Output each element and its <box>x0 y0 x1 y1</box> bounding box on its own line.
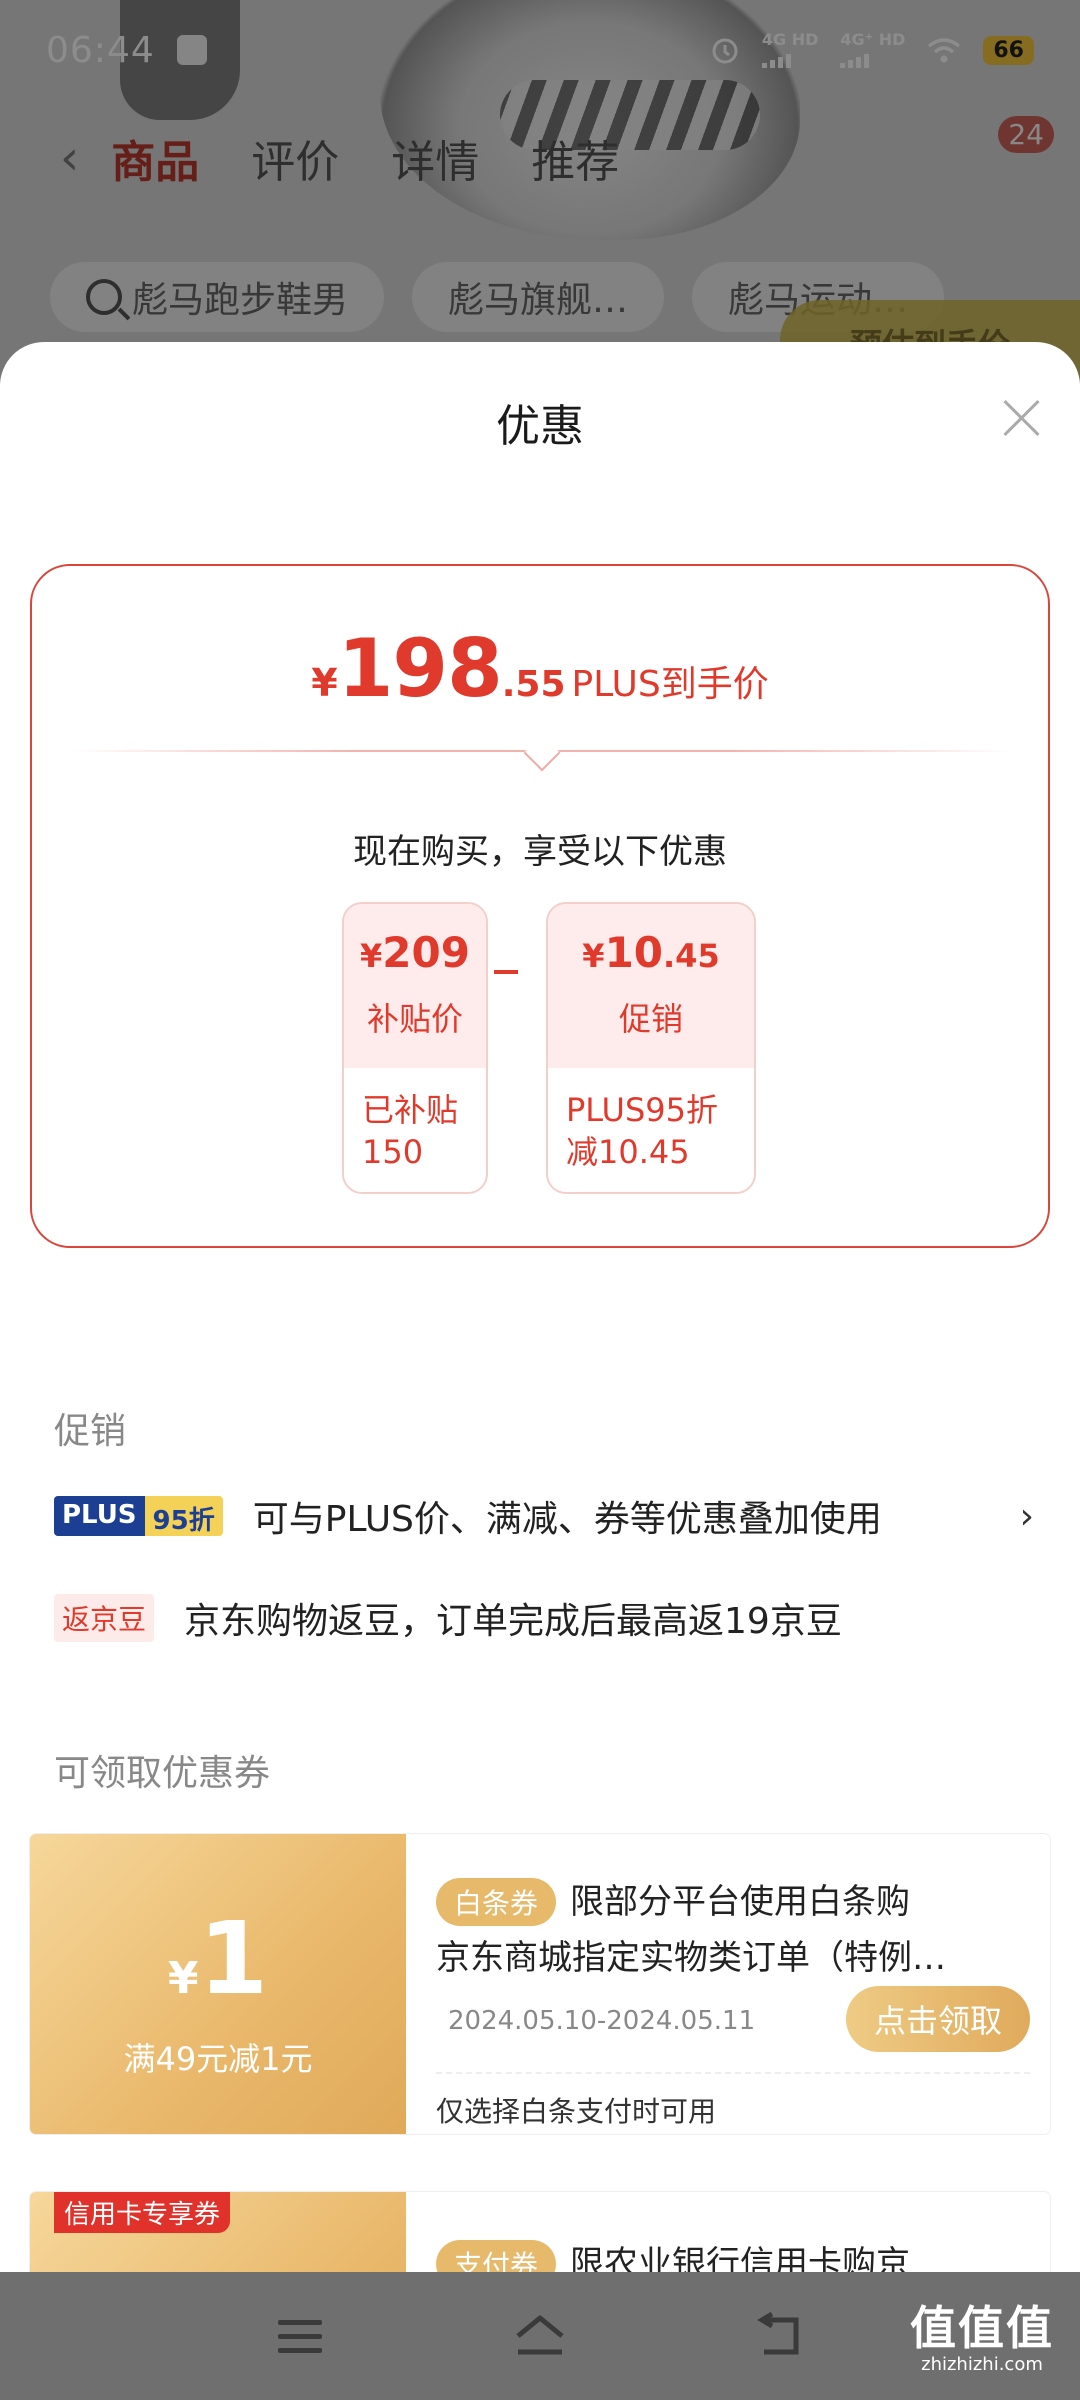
coupon-card: 信用卡专享券 支付券 限农业银行信用卡购京 <box>30 2192 1050 2272</box>
coupon-info-panel: 白条券 限部分平台使用白条购 京东商城指定实物类订单（特例… 2024.05.10… <box>436 1834 1030 2134</box>
minus-sign <box>494 970 518 974</box>
coupon-info-panel: 支付券 限农业银行信用卡购京 <box>436 2192 1030 2272</box>
chevron-right-icon[interactable]: › <box>1020 1496 1034 1537</box>
divider-notch <box>523 734 561 772</box>
coupon-type-tag: 白条券 <box>436 1878 557 1926</box>
recent-apps-button[interactable] <box>270 2306 330 2366</box>
promotion-amount-decimal: .45 <box>663 937 720 975</box>
promotion-box: ¥10.45 促销 PLUS95折 减10.45 <box>546 902 756 1194</box>
plus-badge-label: PLUS <box>54 1496 145 1536</box>
home-button[interactable] <box>510 2306 570 2366</box>
subsidy-yen: ¥ <box>360 937 383 975</box>
final-price: ¥198.55 PLUS到手价 <box>32 622 1048 715</box>
coupon-amount: ¥1 <box>30 1900 406 2017</box>
coupon-type-tag: 支付券 <box>436 2240 557 2272</box>
back-button[interactable] <box>750 2306 810 2366</box>
back-icon <box>757 2311 799 2355</box>
watermark: 值值值 zhizhizhi.com <box>910 2292 1054 2375</box>
coupon-card: ¥1 满49元减1元 白条券 限部分平台使用白条购 京东商城指定实物类订单（特例…… <box>30 1834 1050 2134</box>
sheet-title: 优惠 <box>496 401 584 452</box>
discount-sheet: 优惠 ¥198.55 PLUS到手价 现在购买，享受以下优惠 ¥209 补贴价 已… <box>0 342 1080 2272</box>
coupon-line-1-text: 限农业银行信用卡购京 <box>570 2244 911 2272</box>
price-currency: ¥ <box>311 661 338 705</box>
claim-coupon-button[interactable]: 点击领取 <box>846 1986 1030 2052</box>
price-integer: 198 <box>337 622 503 715</box>
promotion-yen: ¥ <box>582 937 605 975</box>
subsidy-detail: 已补贴 150 <box>362 1091 459 1171</box>
subsidy-price-top: ¥209 补贴价 <box>344 904 486 1068</box>
enjoy-discount-text: 现在购买，享受以下优惠 <box>353 832 727 872</box>
promotion-amount: ¥10.45 <box>548 928 754 977</box>
price-summary-card: ¥198.55 PLUS到手价 现在购买，享受以下优惠 ¥209 补贴价 已补贴 … <box>30 564 1050 1248</box>
credit-card-coupon-ribbon: 信用卡专享券 <box>54 2192 231 2233</box>
promo-plus-text: 可与PLUS价、满减、券等优惠叠加使用 <box>252 1499 882 1540</box>
subsidy-price-box: ¥209 补贴价 已补贴 150 <box>342 902 488 1194</box>
promo-bean-row: 返京豆 京东购物返豆，订单完成后最高返19京豆 <box>54 1592 1034 1644</box>
promotion-amount-value: 10 <box>604 928 664 977</box>
home-icon <box>516 2315 564 2355</box>
coupon-condition: 满49元减1元 <box>123 2040 313 2078</box>
subsidy-name: 补贴价 <box>366 1000 463 1039</box>
coupon-line-1-text: 限部分平台使用白条购 <box>570 1882 911 1922</box>
coupon-date: 2024.05.10-2024.05.11 <box>448 2006 756 2036</box>
promotion-detail: PLUS95折 减10.45 <box>566 1091 718 1171</box>
coupon-section-title: 可领取优惠券 <box>54 1753 271 1794</box>
close-button[interactable] <box>994 390 1050 446</box>
promotion-name: 促销 <box>618 1000 683 1039</box>
bean-return-badge: 返京豆 <box>54 1594 155 1642</box>
watermark-logo-text: 值值值 <box>910 2301 1054 2355</box>
system-navigation-bar: 值值值 zhizhizhi.com <box>0 2272 1080 2400</box>
subsidy-amount-value: 209 <box>382 928 470 977</box>
plus-discount-badge: PLUS 95折 <box>54 1496 223 1536</box>
promo-plus-row[interactable]: PLUS 95折 可与PLUS价、满减、券等优惠叠加使用 › <box>54 1490 1034 1542</box>
coupon-value-panel: ¥1 满49元减1元 <box>30 1834 406 2134</box>
watermark-url: zhizhizhi.com <box>921 2354 1043 2375</box>
price-label: PLUS到手价 <box>571 664 769 705</box>
coupon-line-1: 白条券 限部分平台使用白条购 <box>436 1874 910 1926</box>
promo-bean-text: 京东购物返豆，订单完成后最高返19京豆 <box>184 1601 842 1642</box>
coupon-amount-value: 1 <box>198 1900 269 2017</box>
price-decimal: .55 <box>501 664 566 705</box>
plus-badge-discount: 95折 <box>144 1496 223 1536</box>
promotion-top: ¥10.45 促销 <box>548 904 754 1068</box>
subsidy-amount: ¥209 <box>344 928 486 977</box>
coupon-yen: ¥ <box>167 1953 199 2004</box>
promo-section-title: 促销 <box>54 1411 127 1452</box>
coupon-note: 仅选择白条支付时可用 <box>436 2095 717 2128</box>
coupon-divider <box>436 2072 1030 2074</box>
coupon-line-1: 支付券 限农业银行信用卡购京 <box>436 2236 910 2272</box>
coupon-line-2: 京东商城指定实物类订单（特例… <box>436 1938 946 1978</box>
